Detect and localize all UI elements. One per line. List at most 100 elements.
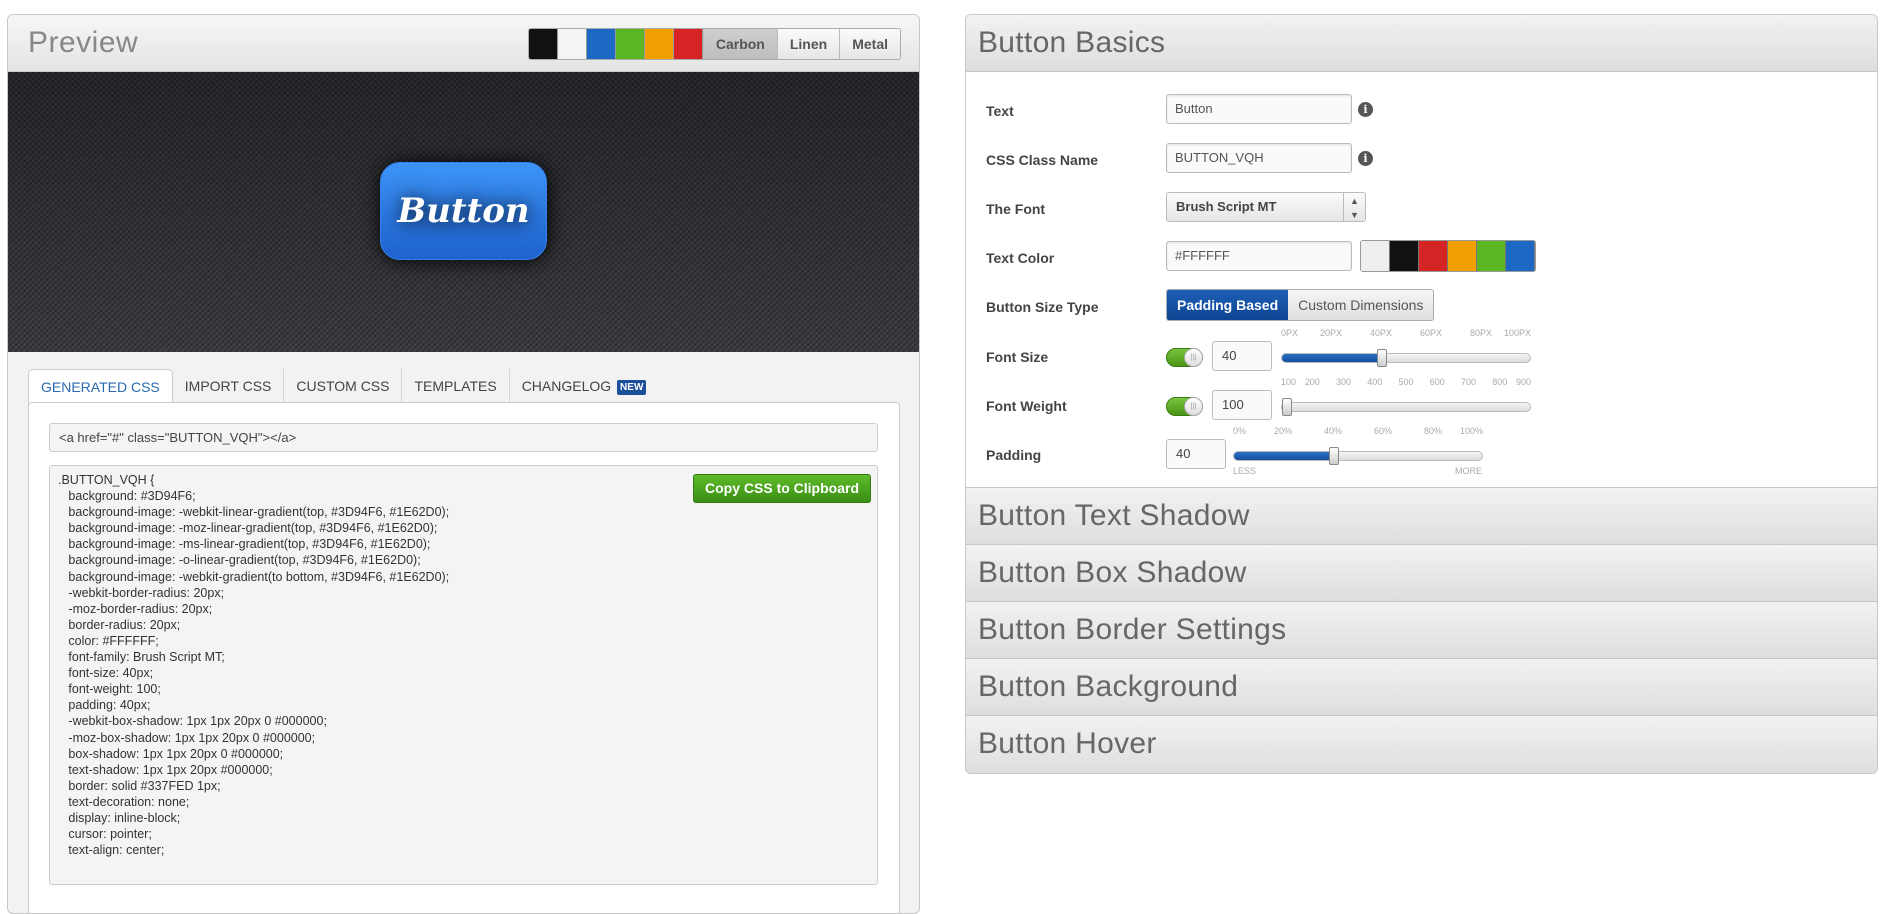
slider-fill xyxy=(1282,354,1382,362)
padding-slider[interactable] xyxy=(1233,447,1483,465)
tick-label: 200 xyxy=(1304,377,1320,387)
section-header-button-basics[interactable]: Button Basics xyxy=(966,15,1877,72)
font-size-toggle[interactable]: ||| xyxy=(1166,348,1203,367)
tick-label: 400 xyxy=(1367,377,1383,387)
bg-swatch-blue[interactable] xyxy=(586,29,616,59)
css-line: font-family: Brush Script MT; xyxy=(58,650,225,665)
slider-thumb[interactable] xyxy=(1377,349,1387,367)
color-swatch-orange[interactable] xyxy=(1448,241,1477,271)
css-class-input[interactable]: BUTTON_VQH xyxy=(1166,143,1352,173)
tick-label: 700 xyxy=(1460,377,1477,387)
css-line: background-image: -moz-linear-gradient(t… xyxy=(58,521,438,536)
text-color-label: Text Color xyxy=(986,250,1055,266)
section-header-background[interactable]: Button Background xyxy=(966,659,1877,716)
text-input[interactable]: Button xyxy=(1166,94,1352,124)
tab-import-css[interactable]: IMPORT CSS xyxy=(173,369,285,403)
slider-thumb[interactable] xyxy=(1282,398,1292,416)
font-label: The Font xyxy=(986,201,1046,217)
font-select-value: Brush Script MT xyxy=(1176,199,1277,214)
preview-header: Preview Carbon Linen Metal xyxy=(8,15,919,72)
css-line: background-image: -webkit-linear-gradien… xyxy=(58,505,450,520)
text-color-swatches xyxy=(1360,240,1536,272)
css-line: background-image: -webkit-gradient(to bo… xyxy=(58,569,450,584)
section-header-hover[interactable]: Button Hover xyxy=(966,716,1877,773)
font-select[interactable]: Brush Script MT ▲ ▼ xyxy=(1166,192,1366,222)
text-color-input[interactable]: #FFFFFF xyxy=(1166,241,1352,271)
css-line: text-decoration: none; xyxy=(58,794,190,809)
css-line: -webkit-border-radius: 20px; xyxy=(58,585,225,600)
preview-button[interactable]: Button xyxy=(380,162,547,260)
button-basics-body: Text Button i CSS Class Name BUTTON_VQH … xyxy=(966,72,1877,488)
size-type-toggle: Padding Based Custom Dimensions xyxy=(1166,289,1435,321)
tab-templates[interactable]: TEMPLATES xyxy=(402,369,510,403)
css-line: font-size: 40px; xyxy=(58,666,154,681)
css-line: background-image: -o-linear-gradient(top… xyxy=(58,553,421,568)
tab-label: TEMPLATES xyxy=(414,378,497,394)
padding-input[interactable]: 40 xyxy=(1166,439,1226,469)
section-header-border-settings[interactable]: Button Border Settings xyxy=(966,602,1877,659)
slider-thumb[interactable] xyxy=(1329,447,1339,465)
tab-custom-css[interactable]: CUSTOM CSS xyxy=(284,369,403,403)
css-line: cursor: pointer; xyxy=(58,827,152,842)
tab-changelog[interactable]: CHANGELOG NEW xyxy=(510,369,659,403)
tick-label: 900 xyxy=(1515,377,1531,387)
generated-css-panel: <a href="#" class="BUTTON_VQH"></a> Copy… xyxy=(28,402,900,913)
bg-swatch-black[interactable] xyxy=(528,29,558,59)
font-size-slider[interactable] xyxy=(1281,349,1531,367)
tab-label: CUSTOM CSS xyxy=(296,378,390,394)
new-badge: NEW xyxy=(617,380,647,395)
bg-option-linen[interactable]: Linen xyxy=(776,29,840,59)
color-swatch-red[interactable] xyxy=(1419,241,1448,271)
tick-label: 100 xyxy=(1281,377,1297,387)
bg-swatch-orange[interactable] xyxy=(644,29,674,59)
color-swatch-white[interactable] xyxy=(1361,241,1390,271)
copy-css-button[interactable]: Copy CSS to Clipboard xyxy=(693,474,871,503)
preview-title: Preview xyxy=(28,26,139,59)
section-header-text-shadow[interactable]: Button Text Shadow xyxy=(966,488,1877,545)
tick-label: 80% xyxy=(1423,426,1443,436)
tick-label: 20% xyxy=(1273,426,1293,436)
font-weight-input[interactable]: 100 xyxy=(1212,390,1272,420)
custom-dimensions-button[interactable]: Custom Dimensions xyxy=(1288,290,1434,320)
tick-label: 600 xyxy=(1429,377,1445,387)
bg-option-carbon[interactable]: Carbon xyxy=(702,29,777,59)
tab-label: GENERATED CSS xyxy=(41,379,160,395)
bg-option-metal[interactable]: Metal xyxy=(839,29,900,59)
bg-swatch-white[interactable] xyxy=(557,29,587,59)
bg-swatch-red[interactable] xyxy=(673,29,703,59)
section-header-box-shadow[interactable]: Button Box Shadow xyxy=(966,545,1877,602)
color-swatch-black[interactable] xyxy=(1390,241,1419,271)
tick-label: 40% xyxy=(1323,426,1343,436)
tab-generated-css[interactable]: GENERATED CSS xyxy=(28,369,173,405)
tick-label: 800 xyxy=(1492,377,1508,387)
css-line: border-radius: 20px; xyxy=(58,617,181,632)
font-weight-slider[interactable] xyxy=(1281,398,1531,416)
padding-based-button[interactable]: Padding Based xyxy=(1167,290,1289,320)
css-line: -webkit-box-shadow: 1px 1px 20px 0 #0000… xyxy=(58,714,327,729)
css-line: box-shadow: 1px 1px 20px 0 #000000; xyxy=(58,746,284,761)
css-line: text-shadow: 1px 1px 20px #000000; xyxy=(58,762,273,777)
background-switcher: Carbon Linen Metal xyxy=(527,28,901,60)
padding-less-label: LESS xyxy=(1233,466,1257,476)
font-weight-ticks: 100 200 300 400 500 600 700 800 900 xyxy=(1281,377,1531,389)
color-swatch-blue[interactable] xyxy=(1506,241,1535,271)
tick-label: 100% xyxy=(1459,426,1483,436)
info-icon[interactable]: i xyxy=(1358,151,1373,166)
settings-panel: Button Basics Text Button i CSS Class Na… xyxy=(965,14,1878,774)
font-size-label: Font Size xyxy=(986,349,1049,365)
font-size-ticks: 0PX 20PX 40PX 60PX 80PX 100PX xyxy=(1281,328,1531,340)
info-icon[interactable]: i xyxy=(1358,102,1373,117)
bg-swatch-green[interactable] xyxy=(615,29,645,59)
css-line: padding: 40px; xyxy=(58,698,151,713)
css-code-box[interactable]: Copy CSS to Clipboard .BUTTON_VQH { back… xyxy=(49,465,878,885)
font-size-input[interactable]: 40 xyxy=(1212,341,1272,371)
size-type-label: Button Size Type xyxy=(986,299,1099,315)
padding-ticks: 0% 20% 40% 60% 80% 100% xyxy=(1233,426,1483,438)
html-snippet-field[interactable]: <a href="#" class="BUTTON_VQH"></a> xyxy=(49,423,878,452)
css-tabs: GENERATED CSS IMPORT CSS CUSTOM CSS TEMP… xyxy=(28,369,659,405)
tick-label: 20PX xyxy=(1319,328,1343,338)
tick-label: 100PX xyxy=(1503,328,1531,338)
font-weight-toggle[interactable]: ||| xyxy=(1166,397,1203,416)
tick-label: 80PX xyxy=(1469,328,1493,338)
color-swatch-green[interactable] xyxy=(1477,241,1506,271)
